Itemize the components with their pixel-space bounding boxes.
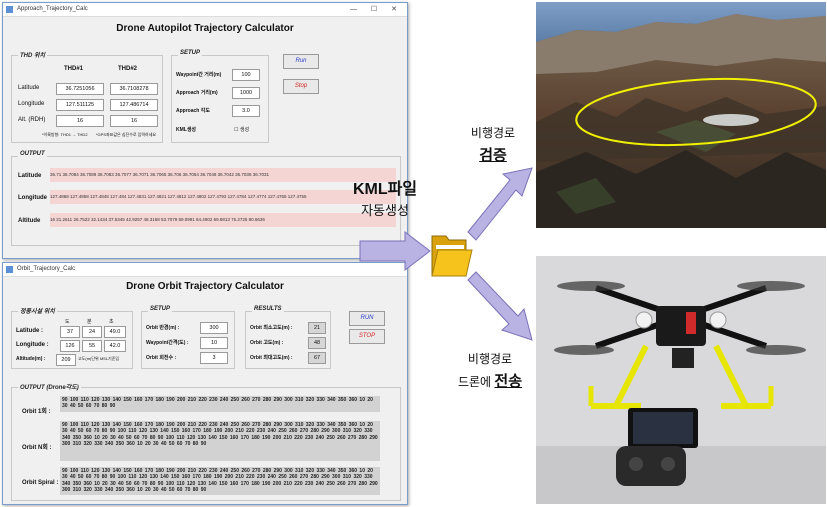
verify-caption-line2: 검증 bbox=[479, 147, 507, 164]
arrow-to-drone bbox=[467, 271, 533, 341]
send-caption-line2a: 드론에 bbox=[457, 375, 495, 389]
send-caption: 비행경로 드론에 전송 bbox=[440, 350, 540, 391]
terrain-image bbox=[536, 2, 826, 228]
send-caption-line2: 드론에 전송 bbox=[440, 370, 540, 391]
send-caption-line1: 비행경로 bbox=[467, 352, 513, 366]
drone-image bbox=[536, 256, 826, 504]
verify-caption: 비행경로 검증 bbox=[454, 124, 532, 165]
drone-photo bbox=[536, 256, 826, 504]
verify-caption-line1: 비행경로 bbox=[470, 126, 516, 140]
arrow-to-terrain bbox=[467, 167, 533, 241]
kml-caption: KML파일 자동생성 bbox=[340, 175, 430, 219]
send-caption-line2b: 전송 bbox=[494, 373, 523, 390]
kml-caption-line2: 자동생성 bbox=[361, 203, 409, 218]
folder-icon bbox=[431, 235, 473, 277]
kml-caption-line1: KML파일 bbox=[352, 181, 418, 198]
terrain-3d-view bbox=[536, 2, 826, 228]
